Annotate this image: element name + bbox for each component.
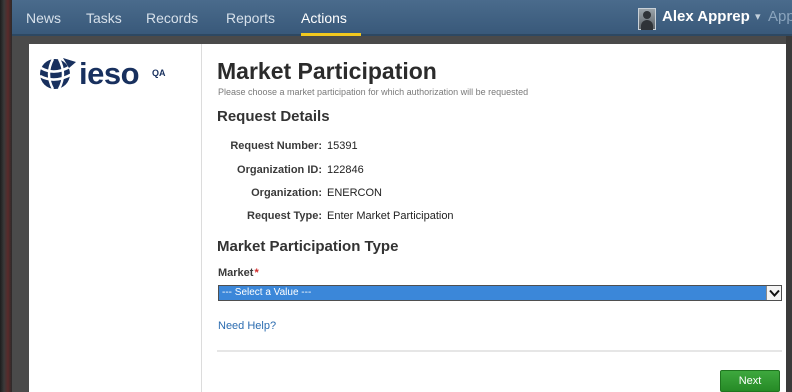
- nav-tab-actions-label: Actions: [301, 10, 347, 26]
- field-value: 15391: [327, 140, 358, 152]
- market-select-value: --- Select a Value ---: [222, 287, 312, 298]
- user-menu-caret-icon[interactable]: ▾: [755, 10, 761, 23]
- section-market-participation-type: Market Participation Type: [217, 238, 399, 255]
- appian-logo: Appia: [768, 8, 792, 25]
- field-request-number: Request Number: 15391: [217, 138, 617, 154]
- ieso-logo: ieso QA: [37, 56, 187, 96]
- need-help-link[interactable]: Need Help?: [218, 320, 276, 332]
- top-nav-bar: News Tasks Records Reports Actions Alex …: [12, 0, 792, 36]
- section-request-details: Request Details: [217, 108, 330, 125]
- field-value: ENERCON: [327, 187, 383, 199]
- market-field-label: Market*: [218, 267, 259, 279]
- field-label: Organization ID:: [237, 164, 322, 176]
- market-select[interactable]: --- Select a Value ---: [218, 285, 782, 301]
- form-divider: [217, 350, 782, 352]
- nav-tab-actions[interactable]: Actions: [301, 9, 361, 36]
- market-label-text: Market: [218, 267, 254, 279]
- nav-tab-tasks[interactable]: Tasks: [86, 9, 122, 36]
- nav-tab-reports[interactable]: Reports: [226, 9, 275, 36]
- left-column: ieso QA: [29, 44, 202, 392]
- nav-tab-news[interactable]: News: [26, 9, 61, 36]
- globe-logo-icon: [39, 58, 76, 90]
- user-avatar-icon: [638, 8, 656, 30]
- field-label: Organization:: [251, 187, 322, 199]
- nav-tab-records[interactable]: Records: [146, 9, 198, 36]
- field-value: 122846: [327, 164, 364, 176]
- select-dropdown-button[interactable]: [766, 286, 781, 300]
- environment-tag: QA: [152, 68, 166, 78]
- desktop-edge-right: [786, 36, 792, 392]
- field-value: Enter Market Participation: [327, 210, 454, 222]
- user-name[interactable]: Alex Apprep: [662, 8, 750, 26]
- main-form: Market Participation Please choose a mar…: [217, 44, 782, 392]
- field-label: Request Number:: [230, 140, 322, 152]
- next-button[interactable]: Next: [720, 370, 780, 392]
- field-organization: Organization: ENERCON: [217, 185, 617, 201]
- page-subtitle: Please choose a market participation for…: [218, 87, 529, 97]
- required-marker: *: [254, 267, 259, 279]
- chevron-down-icon: [769, 289, 780, 297]
- field-organization-id: Organization ID: 122846: [217, 162, 617, 178]
- logo-wordmark: ieso: [79, 56, 140, 91]
- field-request-type: Request Type: Enter Market Participation: [217, 208, 617, 224]
- content-panel: ieso QA Market Participation Please choo…: [29, 44, 786, 392]
- field-label: Request Type:: [247, 210, 322, 222]
- active-tab-indicator: [301, 33, 361, 36]
- desktop-edge-left: [0, 0, 12, 392]
- page-title: Market Participation: [217, 58, 437, 84]
